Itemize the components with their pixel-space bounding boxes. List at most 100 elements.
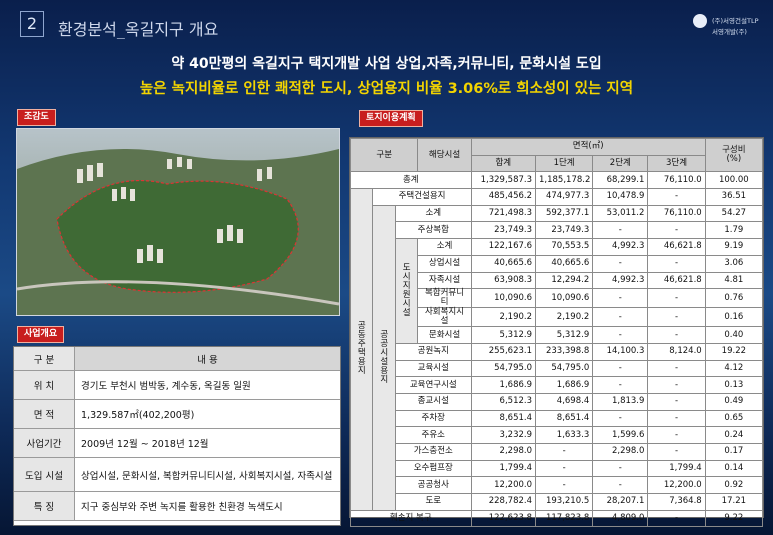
lu-header-area: 면적(㎡): [470, 138, 706, 156]
landuse-cell: 28,207.1: [592, 493, 649, 511]
company-name-1: (주)서영건설TLP: [712, 17, 759, 25]
landuse-cell: -: [647, 288, 706, 309]
biz-value: 경기도 부천시 범박동, 계수동, 옥길동 일원: [74, 370, 340, 400]
landuse-cell: 4,809.0: [592, 509, 649, 528]
landuse-cell: 485,456.2: [470, 188, 537, 206]
landuse-cell: 교육시설: [394, 359, 472, 378]
business-overview-table: 구 분 내 용 위 치 경기도 부천시 범박동, 계수동, 옥길동 일원 면 적1…: [13, 346, 341, 526]
landuse-cell: 5,312.9: [534, 326, 594, 344]
landuse-cell: 1,799.4: [647, 459, 706, 478]
company-logo-icon: [693, 14, 707, 28]
landuse-label: 토지이용계획: [359, 110, 423, 127]
landuse-cell: 주차장: [394, 409, 472, 428]
landuse-group-label: 도시 지원 시설: [394, 238, 419, 344]
landuse-row: 교육시설 54,795.0 54,795.0- -4.12: [351, 359, 764, 378]
landuse-cell: 1,813.9: [592, 392, 649, 411]
landuse-cell: 상업시설: [417, 254, 472, 273]
landuse-cell: 0.16: [704, 307, 764, 328]
landuse-cell: 14,100.3: [592, 342, 649, 361]
landuse-row: 주차장 8,651.4 8,651.4- -0.65: [351, 409, 764, 428]
landuse-cell: -: [592, 459, 649, 478]
landuse-group-label: 공공 시설 용지: [372, 204, 396, 511]
landuse-cell: 3.06: [704, 254, 764, 273]
landuse-cell: 총계: [350, 171, 472, 190]
lu-header-total: 합계: [470, 154, 537, 173]
landuse-cell: 10,090.6: [534, 288, 594, 309]
landuse-cell: 주유소: [394, 426, 472, 444]
business-label: 사업개요: [17, 326, 65, 343]
landuse-cell: 4,992.3: [592, 271, 649, 290]
landuse-row: 공공청사 12,200.0- -12,200.0 0.92: [351, 476, 764, 495]
landuse-cell: -: [647, 188, 706, 206]
biz-header-content: 내 용: [74, 347, 340, 371]
aerial-view-image: [16, 128, 340, 316]
lu-header-ratio: 구성비 (%): [704, 137, 764, 173]
landuse-cell: 53,011.2: [592, 204, 649, 223]
landuse-cell: 4,698.4: [534, 392, 594, 411]
landuse-cell: 46,621.8: [647, 271, 706, 290]
landuse-cell: 9.22: [704, 509, 764, 528]
landuse-cell: 23,749.3: [534, 221, 594, 240]
landuse-cell: 10,090.6: [470, 288, 537, 309]
landuse-cell: -: [534, 443, 594, 461]
landuse-cell: 가스충전소: [394, 443, 472, 461]
landuse-cell: 문화시설: [417, 326, 472, 344]
landuse-row: 오수펌프장 1,799.4- -1,799.4 0.14: [351, 459, 764, 478]
landuse-cell: -: [647, 376, 706, 394]
landuse-cell: 40,665.6: [534, 254, 594, 273]
biz-key: 사업기간: [14, 428, 75, 458]
landuse-cell: 228,782.4: [470, 493, 537, 511]
landuse-cell: -: [647, 307, 706, 328]
landuse-cell: 76,110.0: [647, 204, 706, 223]
section-title: 환경분석_옥길지구 개요: [58, 20, 219, 39]
landuse-cell: 54,795.0: [470, 359, 537, 378]
company-name-2: 서영개발(주): [712, 28, 747, 36]
landuse-cell: -: [647, 359, 706, 378]
landuse-cell: 12,200.0: [470, 476, 537, 495]
landuse-row: 공공 시설 용지 소계 721,498.3 592,377.1 53,011.2 76,1…: [351, 204, 764, 511]
landuse-cell: 8,651.4: [470, 409, 537, 428]
landuse-row: 가스충전소 2,298.0-2,298.0-0.17: [351, 443, 764, 461]
landuse-cell: 주상복합: [394, 221, 472, 240]
biz-value: 지구 중심부와 주변 녹지를 활용한 친환경 녹색도시: [74, 491, 340, 521]
landuse-cell: 자족시설: [417, 271, 472, 290]
landuse-cell: -: [647, 221, 706, 240]
landuse-cell: -: [592, 288, 649, 309]
landuse-cell: 255,623.1: [470, 342, 537, 361]
headline-2: 높은 녹지비율로 인한 쾌적한 도시, 상업용지 비율 3.06%로 희소성이 …: [139, 81, 634, 97]
landuse-cell: 2,298.0: [592, 443, 649, 461]
landuse-cell: 12,294.2: [534, 271, 594, 290]
landuse-row: 도로 228,782.4 193,210.5 28,207.1 7,364.8 17.21: [351, 493, 764, 511]
landuse-cell: 2,190.2: [470, 307, 537, 328]
landuse-cell: 68,299.1: [592, 171, 649, 190]
landuse-group-label: 공동 주택 용지: [349, 188, 374, 511]
landuse-row: 공원녹지 255,623.1 233,398.8 14,100.3 8,124.0 19.…: [351, 342, 764, 361]
landuse-cell: 1,686.9: [534, 376, 594, 394]
landuse-cell: 1,799.4: [470, 459, 537, 478]
landuse-cell: 3,232.9: [470, 426, 537, 444]
landuse-cell: 19.22: [704, 342, 764, 361]
landuse-cell: -: [534, 459, 594, 478]
landuse-cell: -: [592, 476, 649, 495]
landuse-cell: 0.17: [704, 443, 764, 461]
landuse-row: 도시 지원 시설 소계 122,167.6 70,553.5 4,992.3 46,621…: [351, 238, 764, 344]
aerial-label: 조감도: [17, 109, 56, 126]
landuse-cell: 0.24: [704, 426, 764, 444]
landuse-row: 공동 주택 용지 주택건설용지 485,456.2 474,977.3 10,478.9…: [349, 188, 764, 511]
landuse-cell: 0.40: [704, 326, 764, 344]
section-number: 2: [20, 11, 44, 37]
lu-header-facility: 해당시설: [417, 137, 472, 173]
landuse-cell: 54,795.0: [534, 359, 594, 378]
landuse-cell: 소계: [417, 238, 472, 256]
landuse-cell: 1,633.3: [534, 426, 594, 444]
landuse-cell: 100.00: [704, 171, 764, 190]
landuse-cell: 사회복지시설: [417, 307, 472, 328]
landuse-cell: 종교시설: [394, 392, 472, 411]
landuse-cell: -: [592, 409, 649, 428]
landuse-cell: 122,167.6: [470, 238, 537, 256]
landuse-cell: 70,553.5: [534, 238, 594, 256]
landuse-cell: 7,364.8: [647, 493, 706, 511]
landuse-cell: 주택건설용지: [372, 188, 472, 206]
landuse-cell: 0.92: [704, 476, 764, 495]
landuse-cell: 0.13: [704, 376, 764, 394]
